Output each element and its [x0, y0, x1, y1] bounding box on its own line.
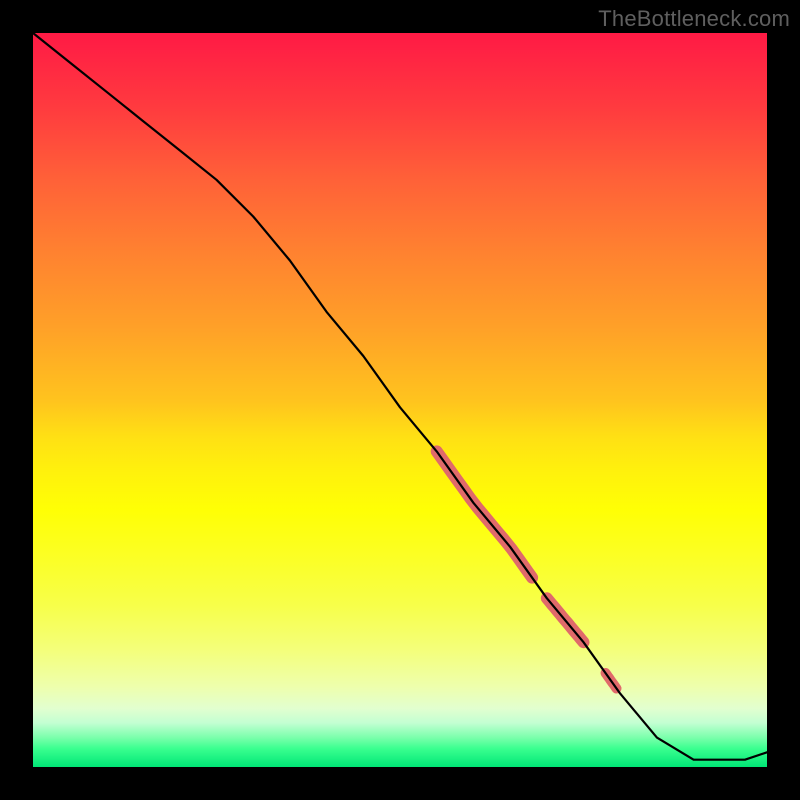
plot-area [33, 33, 767, 767]
chart-frame: TheBottleneck.com [0, 0, 800, 800]
watermark-text: TheBottleneck.com [598, 6, 790, 32]
